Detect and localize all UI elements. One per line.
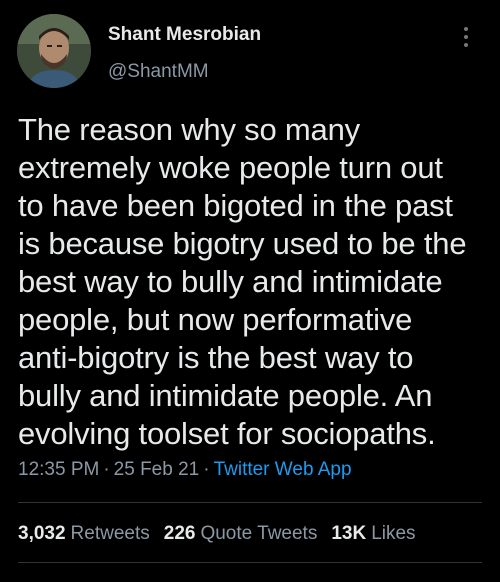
more-options-icon[interactable] bbox=[458, 24, 474, 52]
tweet-meta: 12:35 PM · 25 Feb 21 · Twitter Web App bbox=[18, 459, 352, 481]
likes-stat[interactable]: 13K Likes bbox=[331, 523, 415, 545]
divider bbox=[18, 562, 482, 563]
likes-label: Likes bbox=[371, 523, 416, 544]
retweets-label: Retweets bbox=[70, 523, 150, 544]
tweet-text: The reason why so many extremely woke pe… bbox=[18, 112, 467, 451]
retweets-stat[interactable]: 3,032 Retweets bbox=[18, 523, 150, 545]
tweet-card: Shant Mesrobian @ShantMM The reason why … bbox=[0, 0, 500, 582]
tweet-date[interactable]: 25 Feb 21 bbox=[114, 459, 200, 480]
meta-separator: · bbox=[103, 459, 110, 480]
quote-tweets-stat[interactable]: 226 Quote Tweets bbox=[164, 523, 318, 545]
retweets-count: 3,032 bbox=[18, 523, 66, 544]
quote-tweets-label: Quote Tweets bbox=[200, 523, 318, 544]
avatar[interactable] bbox=[17, 14, 91, 88]
tweet-time[interactable]: 12:35 PM bbox=[18, 459, 99, 480]
likes-count: 13K bbox=[331, 523, 367, 544]
tweet-header: Shant Mesrobian @ShantMM bbox=[0, 0, 500, 100]
profile-photo-icon bbox=[17, 14, 91, 88]
divider bbox=[18, 502, 482, 503]
source-app-link[interactable]: Twitter Web App bbox=[214, 459, 352, 480]
quote-tweets-count: 226 bbox=[163, 523, 196, 544]
user-handle[interactable]: @ShantMM bbox=[108, 61, 209, 83]
engagement-stats: 3,032 Retweets 226 Quote Tweets 13K Likes bbox=[18, 523, 430, 545]
meta-separator: · bbox=[203, 459, 210, 480]
display-name[interactable]: Shant Mesrobian bbox=[108, 24, 261, 46]
